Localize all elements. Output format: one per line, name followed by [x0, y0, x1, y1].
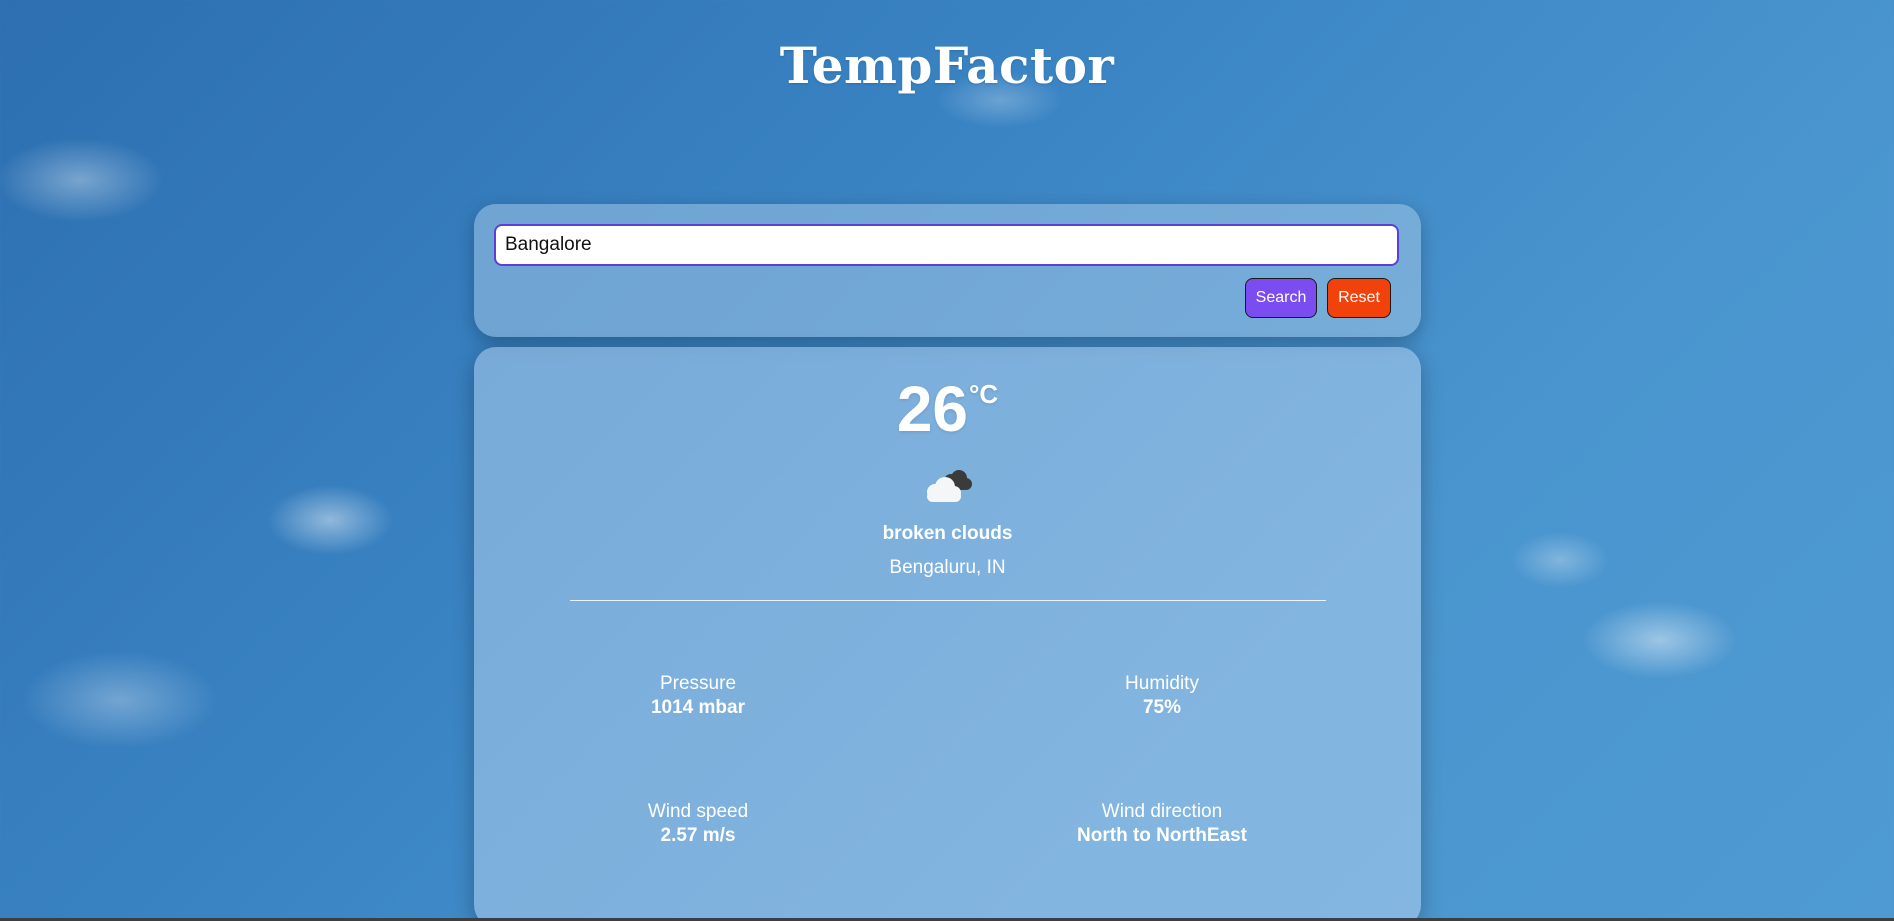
wind-direction-stat: Wind direction North to NorthEast [1002, 800, 1322, 848]
divider [570, 600, 1326, 601]
humidity-label: Humidity [1125, 673, 1199, 694]
wind-speed-stat: Wind speed 2.57 m/s [538, 800, 858, 848]
city-search-input[interactable] [494, 224, 1399, 266]
temperature-value: 26 [896, 373, 968, 445]
wind-direction-value: North to NorthEast [1077, 825, 1247, 846]
pressure-label: Pressure [659, 673, 737, 694]
humidity-stat: Humidity 75% [1002, 672, 1322, 720]
location-label: Bengaluru, IN [889, 557, 1006, 578]
pressure-stat: Pressure 1014 mbar [538, 672, 858, 720]
app-title: TempFactor [779, 36, 1115, 95]
weather-condition: broken clouds [882, 523, 1013, 544]
wind-speed-value: 2.57 m/s [660, 825, 736, 846]
humidity-value: 75% [1142, 697, 1182, 718]
weather-card: 26°C broken clouds Bengaluru, IN Pressur… [474, 347, 1421, 921]
reset-button[interactable]: Reset [1327, 278, 1391, 318]
temperature-display: 26°C [474, 377, 1421, 441]
pressure-value: 1014 mbar [650, 697, 745, 718]
search-button[interactable]: Search [1245, 278, 1317, 318]
search-panel: Search Reset [474, 204, 1421, 337]
wind-direction-label: Wind direction [1101, 801, 1223, 822]
temperature-unit: °C [969, 379, 999, 409]
wind-speed-label: Wind speed [647, 801, 749, 822]
broken-clouds-icon [927, 470, 972, 502]
